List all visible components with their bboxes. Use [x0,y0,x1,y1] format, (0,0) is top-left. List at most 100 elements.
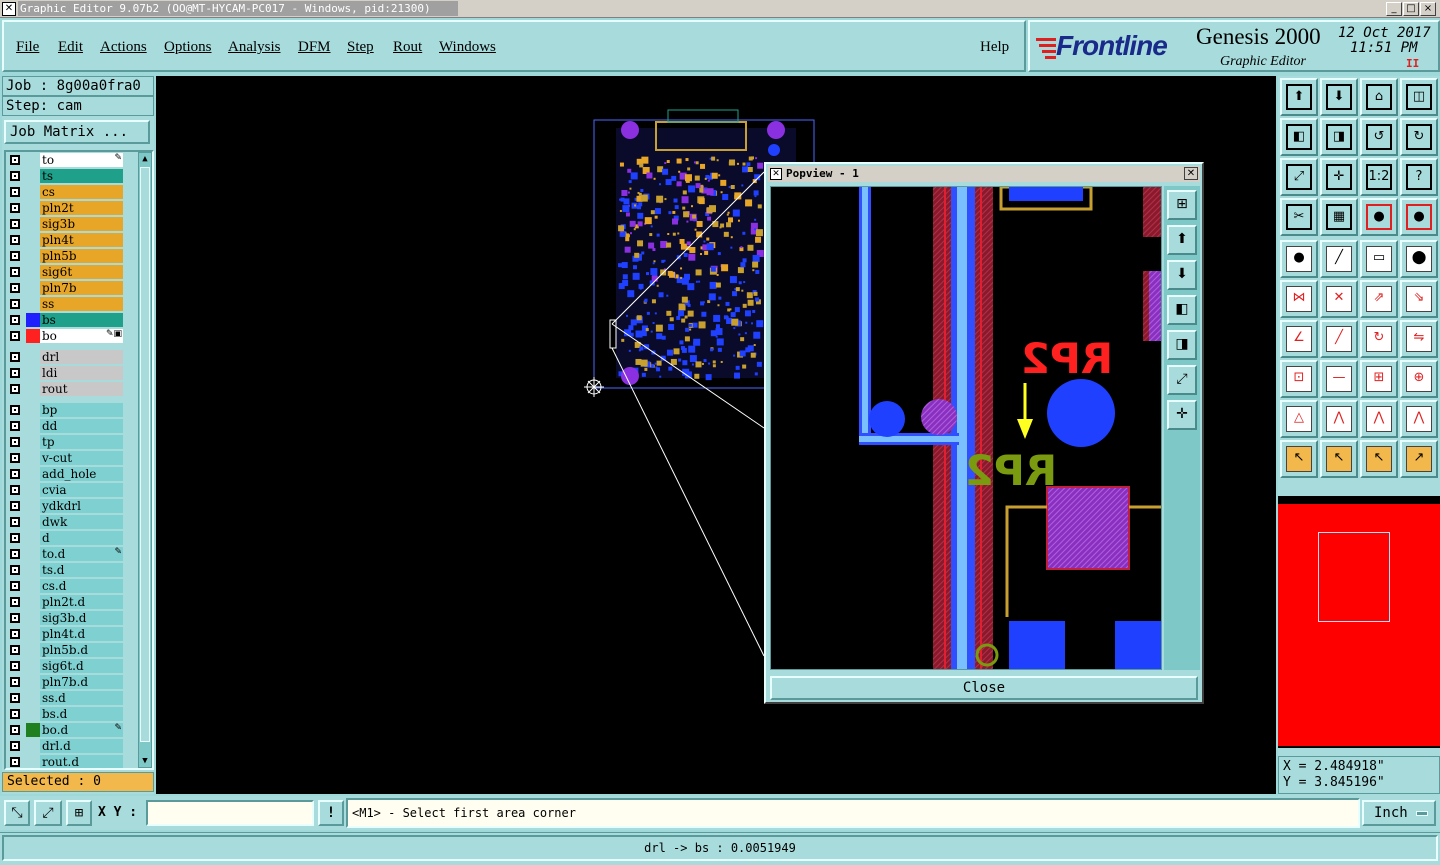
fit-screen-icon[interactable]: ⤢ [1280,158,1318,196]
layer-list-scrollbar[interactable]: ▲ ▼ [138,152,152,768]
snap-icon[interactable]: ⤢ [34,800,62,826]
layer-checkbox[interactable] [10,645,20,655]
layer-row-pln5b-d[interactable]: pln5b.d [6,642,126,658]
layer-color-swatch[interactable] [26,595,40,609]
pointer-box-icon[interactable]: ↖ [1320,440,1358,478]
polygon3-icon[interactable]: ⋀ [1400,400,1438,438]
layer-color-swatch[interactable] [26,169,40,183]
layer-row-cs[interactable]: cs [6,184,126,200]
layer-row-v-cut[interactable]: v-cut [6,450,126,466]
layer-row-to-d[interactable]: to.d ✎ [6,546,126,562]
layer-row-bs-d[interactable]: bs.d [6,706,126,722]
menu-options[interactable]: Options [164,39,212,56]
layer-color-swatch[interactable] [26,499,40,513]
layer-row-sig6t[interactable]: sig6t [6,264,126,280]
popview-canvas[interactable]: RP2 RP2 [770,186,1162,670]
join-icon[interactable]: ⊕ [1400,360,1438,398]
menu-analysis[interactable]: Analysis [228,39,281,56]
layer-checkbox[interactable] [10,315,20,325]
layer-color-swatch[interactable] [26,627,40,641]
measure-icon[interactable]: ✂ [1280,198,1318,236]
layer-checkbox[interactable] [10,235,20,245]
angle-icon[interactable]: ∠ [1280,320,1318,358]
close-window-button[interactable]: × [1420,2,1436,16]
overview-map[interactable] [1278,496,1440,748]
layer-color-swatch[interactable] [26,659,40,673]
dot-icon[interactable]: ⬤ [1400,240,1438,278]
layer-checkbox[interactable] [10,267,20,277]
menu-file[interactable]: File [16,39,39,56]
layer-row-ts-d[interactable]: ts.d [6,562,126,578]
ruler-icon[interactable]: ▭ [1360,240,1398,278]
layer-row-cs-d[interactable]: cs.d [6,578,126,594]
layer-color-swatch[interactable] [26,265,40,279]
pv-fit-icon[interactable]: ⤢ [1167,365,1197,395]
scroll-up-arrow-icon[interactable]: ▲ [139,153,151,165]
box-select-icon[interactable]: ⊞ [1360,360,1398,398]
menu-rout[interactable]: Rout [393,39,422,56]
layer-colors-icon[interactable]: ● [1360,198,1398,236]
select-pad-icon[interactable]: ⊡ [1280,360,1318,398]
layer-checkbox[interactable] [10,517,20,527]
layer-row-bo[interactable]: bo ✎▣ [6,328,126,344]
layer-color-swatch[interactable] [26,185,40,199]
layer-color-swatch[interactable] [26,739,40,753]
layer-checkbox[interactable] [10,485,20,495]
layer-checkbox[interactable] [10,501,20,511]
layer-row-ts[interactable]: ts [6,168,126,184]
layer-row-bo-d[interactable]: bo.d ✎ [6,722,126,738]
layer-color-swatch[interactable] [26,403,40,417]
pv-up-icon[interactable]: ⬆ [1167,225,1197,255]
menu-help[interactable]: Help [980,39,1009,56]
menu-edit[interactable]: Edit [58,39,83,56]
layer-row-d[interactable]: d [6,530,126,546]
grid-icon[interactable]: ▦ [1320,198,1358,236]
pv-zoom-icon[interactable]: ⊞ [1167,190,1197,220]
layer-color-swatch[interactable] [26,707,40,721]
layer-row-rout-d[interactable]: rout.d [6,754,126,768]
layer-row-drl[interactable]: drl [6,349,126,365]
dash-icon[interactable]: — [1320,360,1358,398]
layer-checkbox[interactable] [10,709,20,719]
layer-row-cvia[interactable]: cvia [6,482,126,498]
layer-row-sig6t-d[interactable]: sig6t.d [6,658,126,674]
layer-color-swatch[interactable] [26,217,40,231]
layer-row-pln4t-d[interactable]: pln4t.d [6,626,126,642]
layer-checkbox[interactable] [10,283,20,293]
layer-row-tp[interactable]: tp [6,434,126,450]
layer-checkbox[interactable] [10,155,20,165]
help-icon[interactable]: ? [1400,158,1438,196]
layer-row-ss[interactable]: ss [6,296,126,312]
layer-checkbox[interactable] [10,725,20,735]
menu-actions[interactable]: Actions [100,39,147,56]
layer-checkbox[interactable] [10,693,20,703]
pointer-alt-icon[interactable]: ↖ [1360,440,1398,478]
layer-row-pln4t[interactable]: pln4t [6,232,126,248]
layer-checkbox[interactable] [10,661,20,671]
layer-checkbox[interactable] [10,384,20,394]
layer-color-swatch[interactable] [26,643,40,657]
layer-row-ss-d[interactable]: ss.d [6,690,126,706]
layer-row-to[interactable]: to ✎ [6,152,126,168]
layer-color-swatch[interactable] [26,435,40,449]
layer-checkbox[interactable] [10,299,20,309]
maximize-button[interactable]: □ [1403,2,1419,16]
layer-checkbox[interactable] [10,581,20,591]
layer-color-swatch[interactable] [26,419,40,433]
polygon2-icon[interactable]: ⋀ [1360,400,1398,438]
layer-color-swatch[interactable] [26,675,40,689]
layout-icon[interactable]: ◫ [1400,78,1438,116]
layer-color-swatch[interactable] [26,531,40,545]
menu-dfm[interactable]: DFM [298,39,331,56]
layer-color-swatch[interactable] [26,233,40,247]
layer-color-swatch[interactable] [26,313,40,327]
layer-checkbox[interactable] [10,437,20,447]
layer-checkbox[interactable] [10,533,20,543]
layer-checkbox[interactable] [10,251,20,261]
redo-zoom-icon[interactable]: ↻ [1400,118,1438,156]
flip-icon[interactable]: ⇋ [1400,320,1438,358]
layer-checkbox[interactable] [10,629,20,639]
layer-row-pln7b[interactable]: pln7b [6,280,126,296]
layer-row-ldi[interactable]: ldi [6,365,126,381]
layer-color-swatch[interactable] [26,201,40,215]
